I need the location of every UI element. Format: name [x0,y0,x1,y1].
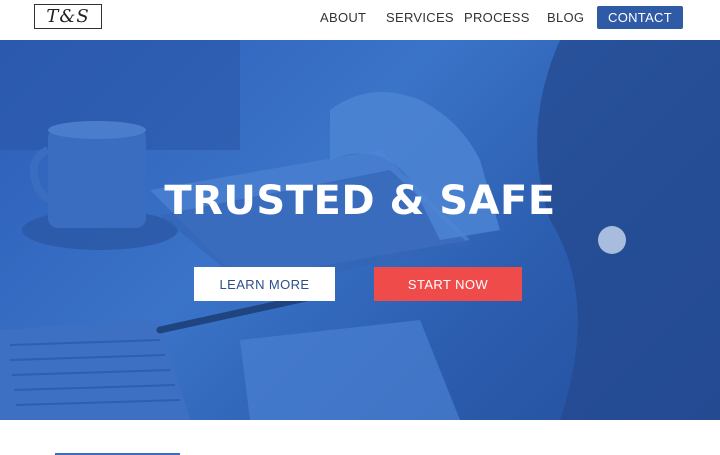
below-hero-section [0,420,720,455]
nav-link-services[interactable]: SERVICES [386,10,454,25]
hero-section: TRUSTED & SAFE LEARN MORE START NOW [0,40,720,420]
contact-button[interactable]: CONTACT [597,6,683,29]
nav-link-blog[interactable]: BLOG [547,10,584,25]
nav-link-about[interactable]: ABOUT [320,10,366,25]
logo[interactable]: T&S [34,4,102,29]
site-header: T&S ABOUT SERVICES PROCESS BLOG CONTACT [0,0,720,40]
learn-more-button[interactable]: LEARN MORE [194,267,335,301]
hero-background-image [0,40,720,420]
start-now-button[interactable]: START NOW [374,267,522,301]
hero-title: TRUSTED & SAFE [164,178,556,224]
nav-link-process[interactable]: PROCESS [464,10,530,25]
